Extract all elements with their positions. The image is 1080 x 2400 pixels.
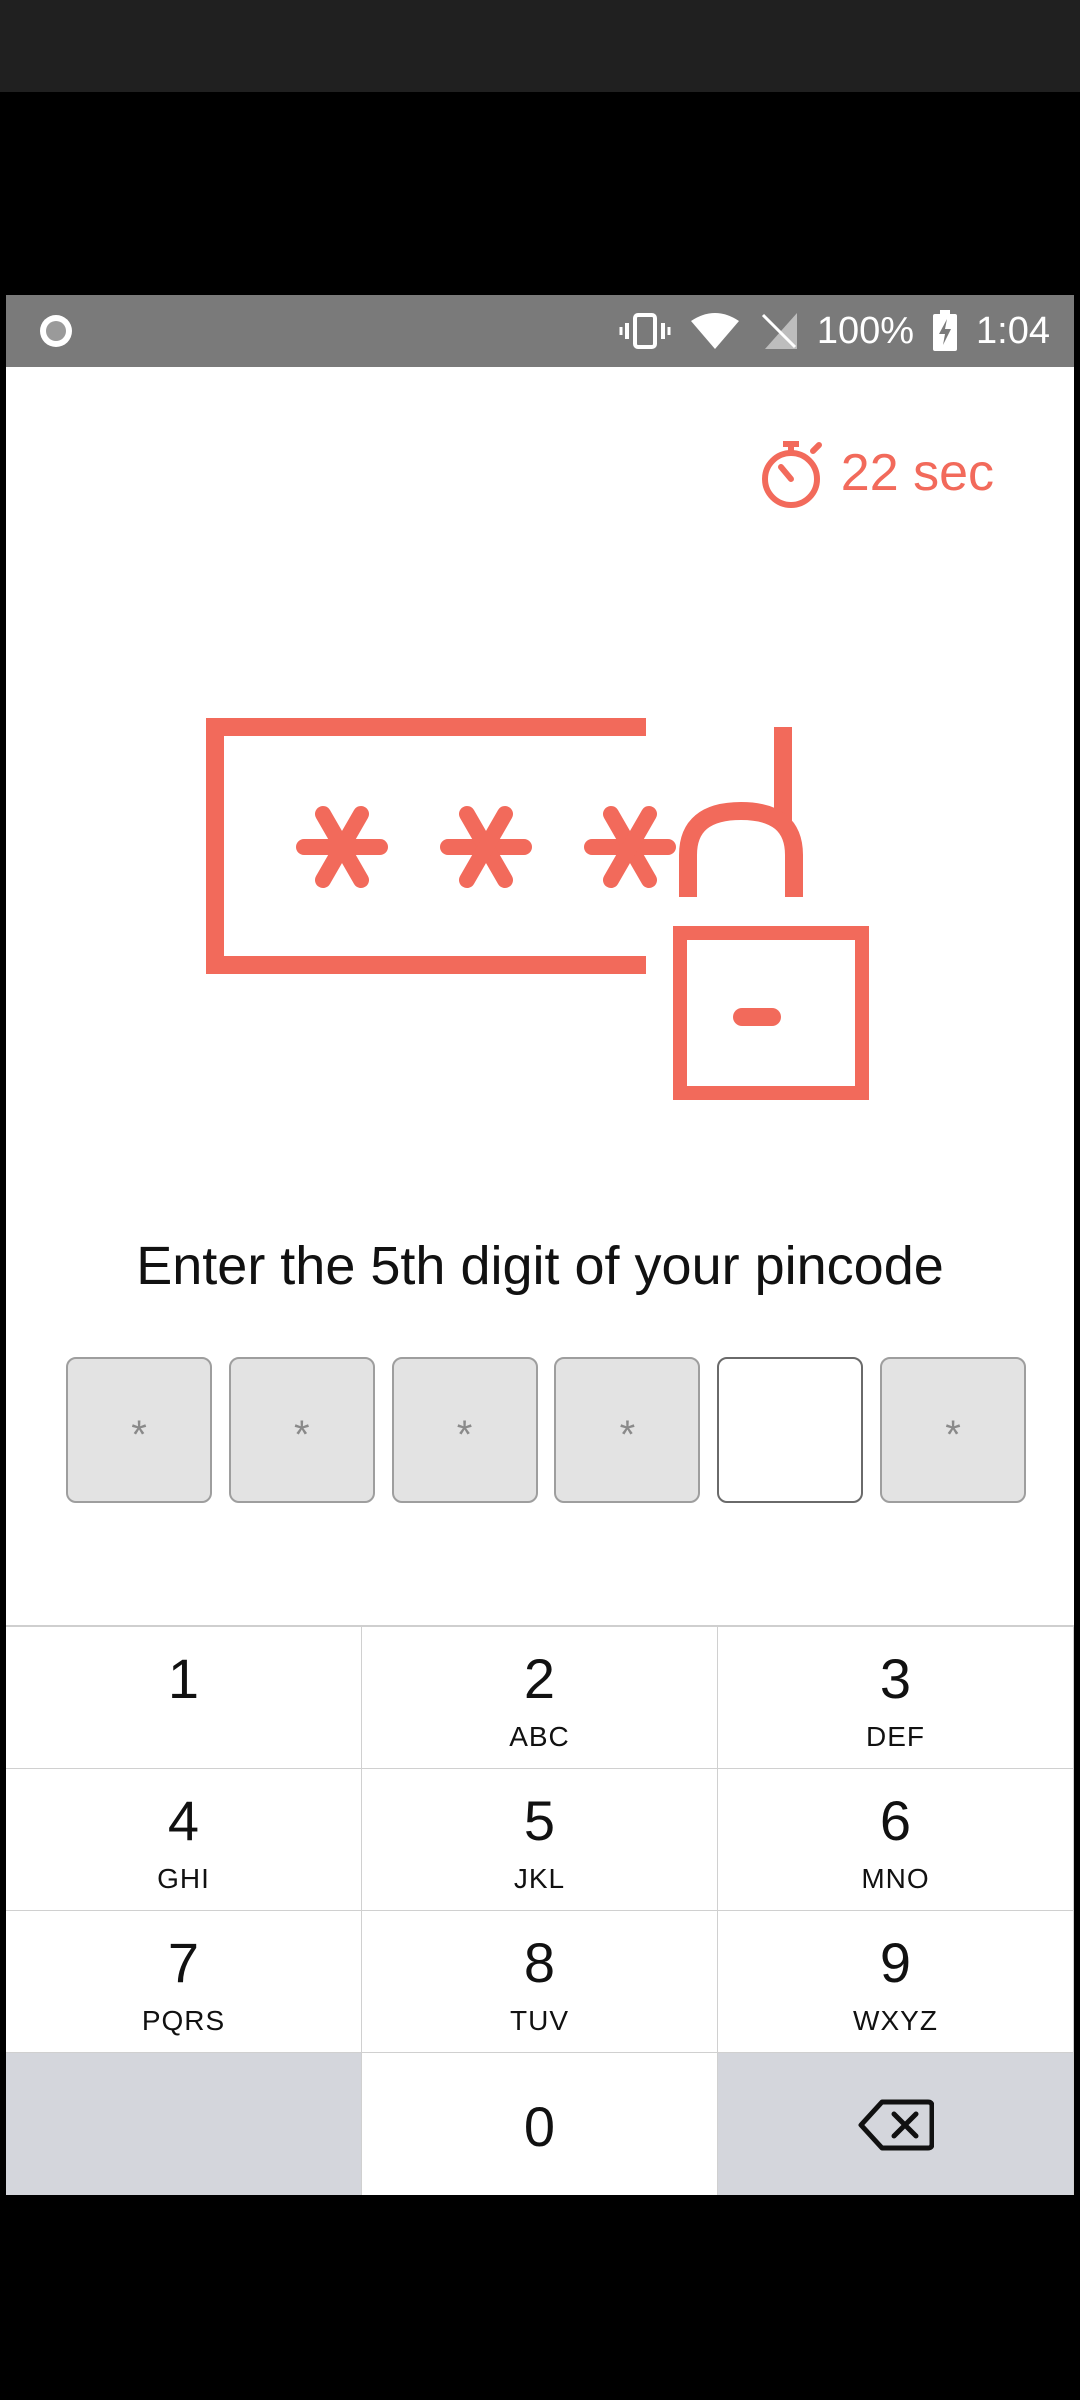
top-bezel	[0, 0, 1080, 92]
key-letters: JKL	[513, 1863, 566, 1894]
status-icons: 100% 1:04	[619, 295, 1050, 367]
wifi-icon	[690, 313, 739, 349]
numeric-keypad: 1 2 ABC 3 DEF 4 GHI 5 JKL 6 MNO 7 PQRS 8	[6, 1625, 1074, 2195]
key-digit: 5	[523, 1789, 556, 1852]
key-letters: ABC	[509, 1721, 570, 1752]
key-digit: 7	[167, 1931, 200, 1994]
stopwatch-icon	[761, 441, 822, 508]
key-digit: 2	[523, 1647, 556, 1710]
key-digit: 9	[879, 1931, 912, 1994]
key-letters: TUV	[510, 2005, 569, 2036]
key-0[interactable]: 0	[362, 2053, 718, 2195]
pin-digit-5-input[interactable]	[717, 1357, 864, 1503]
pin-digit-2: *	[228, 1357, 375, 1503]
countdown-timer: 22 sec	[759, 437, 994, 509]
key-letters: DEF	[866, 1721, 925, 1752]
pin-digit-6: *	[879, 1357, 1026, 1503]
key-6[interactable]: 6 MNO	[718, 1769, 1074, 1911]
record-indicator-icon	[40, 315, 72, 347]
backspace-key[interactable]	[718, 2053, 1074, 2195]
key-blank	[6, 2053, 362, 2195]
no-sim-icon	[761, 313, 797, 349]
pin-digit-1: *	[66, 1357, 212, 1503]
key-4[interactable]: 4 GHI	[6, 1769, 362, 1911]
status-time: 1:04	[976, 309, 1050, 352]
key-8[interactable]: 8 TUV	[362, 1911, 718, 2053]
key-digit: 4	[167, 1789, 200, 1852]
vibrate-icon	[619, 313, 671, 349]
key-digit: 6	[879, 1789, 912, 1852]
key-1[interactable]: 1	[6, 1627, 362, 1769]
password-lock-illustration	[206, 718, 869, 1100]
key-digit: 1	[167, 1647, 200, 1710]
key-letters: MNO	[861, 1863, 930, 1894]
pin-digit-4: *	[554, 1357, 701, 1503]
key-3[interactable]: 3 DEF	[718, 1627, 1074, 1769]
backspace-icon	[858, 2099, 934, 2150]
bottom-bezel	[0, 2195, 1080, 2400]
key-letters: PQRS	[141, 2005, 226, 2036]
key-2[interactable]: 2 ABC	[362, 1627, 718, 1769]
battery-charging-icon	[933, 310, 958, 351]
timer-label: 22 sec	[840, 444, 994, 502]
battery-percentage: 100%	[816, 309, 915, 352]
key-9[interactable]: 9 WXYZ	[718, 1911, 1074, 2053]
key-5[interactable]: 5 JKL	[362, 1769, 718, 1911]
key-digit: 8	[523, 1931, 556, 1994]
key-digit: 0	[523, 2095, 556, 2158]
pin-prompt: Enter the 5th digit of your pincode	[136, 1236, 944, 1296]
key-letters: WXYZ	[853, 2005, 938, 2036]
status-bar: 100% 1:04	[6, 295, 1074, 367]
pin-input-row[interactable]: * * * * *	[66, 1357, 1026, 1505]
key-digit: 3	[879, 1647, 912, 1710]
app-screen: 100% 1:04 22 sec Enter the 5th digit of …	[6, 295, 1074, 2195]
pin-digit-3: *	[391, 1357, 538, 1503]
key-letters: GHI	[157, 1863, 210, 1894]
key-7[interactable]: 7 PQRS	[6, 1911, 362, 2053]
